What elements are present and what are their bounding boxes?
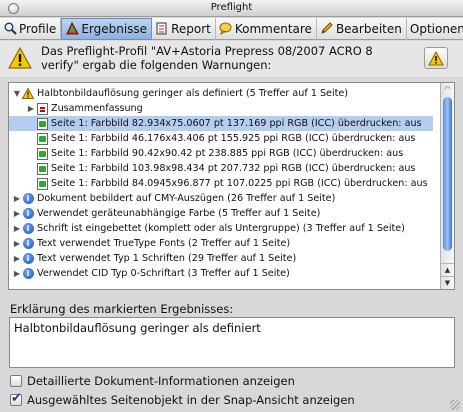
tree-row-label: Seite 1: Farbbild 46.176x43.406 pt 155.9… — [51, 133, 416, 144]
disclosure-closed-icon[interactable]: ▶ — [12, 269, 22, 278]
window-title: Preflight — [210, 2, 253, 13]
pencil-icon — [320, 22, 334, 36]
tree-result-row[interactable]: Seite 1: Farbbild 90.42x90.42 pt 238.885… — [9, 146, 433, 161]
page-object-icon — [36, 117, 48, 130]
scrollbar-thumb[interactable] — [443, 97, 452, 251]
results-icon — [65, 22, 79, 36]
tree-row-label: Verwendet CID Typ 0-Schriftart (3 Treffe… — [37, 268, 290, 279]
disclosure-closed-icon[interactable]: ▶ — [12, 209, 22, 218]
title-bar: Preflight — [0, 0, 463, 17]
scroll-up-arrow[interactable]: ▲ — [441, 263, 454, 276]
tree-row-label: Dokument bebildert auf CMY-Auszügen (26 … — [37, 193, 336, 204]
report-icon — [155, 22, 169, 36]
tab-label: Report — [171, 21, 211, 36]
tab-profile[interactable]: Profile — [0, 17, 62, 40]
tree-info-row[interactable]: ▶ i Verwendet geräteunabhängige Farbe (5… — [9, 206, 433, 221]
tab-label: Optionen — [409, 21, 463, 36]
tree-summary-row[interactable]: ▶ Zusammenfassung — [9, 101, 433, 116]
info-icon: i — [22, 223, 34, 235]
tab-label: Bearbeiten — [335, 21, 402, 36]
scroll-down-arrow[interactable]: ▼ — [441, 276, 454, 289]
tab-ergebnisse[interactable]: Ergebnisse — [61, 17, 153, 40]
warning-header: Das Preflight-Profil "AV+Astoria Prepres… — [0, 41, 463, 77]
detail-info-checkbox-row[interactable]: Detaillierte Dokument-Informationen anze… — [10, 374, 295, 388]
disclosure-closed-icon[interactable]: ▶ — [12, 194, 22, 203]
tree-info-row[interactable]: ▶ i Verwendet CID Typ 0-Schriftart (3 Tr… — [9, 266, 433, 281]
explanation-text: Halbtonbildauflösung geringer als defini… — [9, 317, 455, 368]
magnifier-icon — [3, 22, 17, 36]
page-object-icon — [36, 147, 48, 160]
tree-scrollbar[interactable]: ◠ ▲ ▼ — [440, 83, 454, 289]
info-icon: i — [22, 208, 34, 220]
tab-label: Kommentare — [234, 21, 312, 36]
tree-info-row[interactable]: ▶ i Schrift ist eingebettet (komplett od… — [9, 221, 433, 236]
tree-result-row[interactable]: Seite 1: Farbbild 46.176x43.406 pt 155.9… — [9, 131, 433, 146]
disclosure-closed-icon[interactable]: ▶ — [12, 224, 22, 233]
tree-group-row[interactable]: ▼ Halbtonbildauflösung geringer als defi… — [9, 86, 433, 101]
tree-row-label: Schrift ist eingebettet (komplett oder a… — [37, 223, 405, 234]
tree-row-label: Text verwendet Typ 1 Schriften (29 Treff… — [37, 253, 297, 264]
tree-row-label: Seite 1: Farbbild 82.934x75.0607 pt 137.… — [51, 118, 422, 129]
snap-view-checkbox[interactable] — [10, 391, 22, 406]
tree-row-label: Verwendet geräteunabhängige Farbe (5 Tre… — [37, 208, 321, 219]
tree-row-label: Text verwendet TrueType Fonts (2 Treffer… — [37, 238, 291, 249]
warning-icon — [428, 50, 444, 65]
tab-bar: Profile Ergebnisse Report Kommentare Bea… — [0, 17, 463, 40]
page-object-icon — [36, 177, 48, 190]
tab-label: Profile — [19, 21, 57, 36]
tree-row-label: Seite 1: Farbbild 103.98x98.434 pt 207.7… — [51, 163, 416, 174]
tree-info-row[interactable]: ▶ i Text verwendet Typ 1 Schriften (29 T… — [9, 251, 433, 266]
page-object-icon — [36, 132, 48, 145]
tree-row-label: Zusammenfassung — [51, 103, 143, 114]
results-tree[interactable]: ▼ Halbtonbildauflösung geringer als defi… — [8, 82, 455, 290]
snap-view-label: Ausgewähltes Seitenobjekt in der Snap-An… — [27, 393, 355, 407]
tree-row-label: Seite 1: Farbbild 90.42x90.42 pt 238.885… — [51, 148, 404, 159]
detail-info-label: Detaillierte Dokument-Informationen anze… — [27, 374, 295, 388]
tree-result-row[interactable]: Seite 1: Farbbild 103.98x98.434 pt 207.7… — [9, 161, 433, 176]
warning-icon — [22, 88, 34, 100]
tab-kommentare[interactable]: Kommentare — [216, 17, 317, 40]
tab-label: Ergebnisse — [81, 21, 148, 36]
summary-document-icon — [36, 102, 48, 115]
info-icon: i — [22, 238, 34, 250]
scroll-top-cap: ◠ — [444, 85, 451, 93]
tree-result-row[interactable]: Seite 1: Farbbild 84.0945x96.877 pt 107.… — [9, 176, 433, 191]
disclosure-open-icon[interactable]: ▼ — [12, 89, 22, 98]
info-icon: i — [22, 268, 34, 280]
disclosure-closed-icon[interactable]: ▶ — [12, 254, 22, 263]
warning-icon — [7, 46, 33, 69]
disclosure-closed-icon[interactable]: ▶ — [26, 104, 36, 113]
disclosure-closed-icon[interactable]: ▶ — [12, 239, 22, 248]
tree-result-row[interactable]: Seite 1: Farbbild 82.934x75.0607 pt 137.… — [9, 116, 433, 131]
speech-bubble-icon — [219, 22, 233, 36]
resize-grip[interactable] — [450, 400, 460, 410]
tree-row-label: Seite 1: Farbbild 84.0945x96.877 pt 107.… — [51, 178, 428, 189]
tab-optionen[interactable]: Optionen ▾ — [407, 18, 463, 40]
tree-info-row[interactable]: ▶ i Text verwendet TrueType Fonts (2 Tre… — [9, 236, 433, 251]
tab-report[interactable]: Report — [152, 17, 216, 40]
page-object-icon — [36, 162, 48, 175]
detail-info-checkbox[interactable] — [10, 375, 22, 387]
tree-row-label: Halbtonbildauflösung geringer als defini… — [37, 88, 349, 99]
warning-message: Das Preflight-Profil "AV+Astoria Prepres… — [41, 44, 373, 72]
tab-bearbeiten[interactable]: Bearbeiten — [317, 17, 407, 40]
warning-filter-button[interactable] — [424, 47, 448, 69]
info-icon: i — [22, 193, 34, 205]
tree-info-row[interactable]: ▶ i Dokument bebildert auf CMY-Auszügen … — [9, 191, 433, 206]
info-icon: i — [22, 253, 34, 265]
snap-view-checkbox-row[interactable]: Ausgewähltes Seitenobjekt in der Snap-An… — [10, 391, 355, 407]
explanation-label: Erklärung des markierten Ergebnisses: — [10, 302, 234, 316]
